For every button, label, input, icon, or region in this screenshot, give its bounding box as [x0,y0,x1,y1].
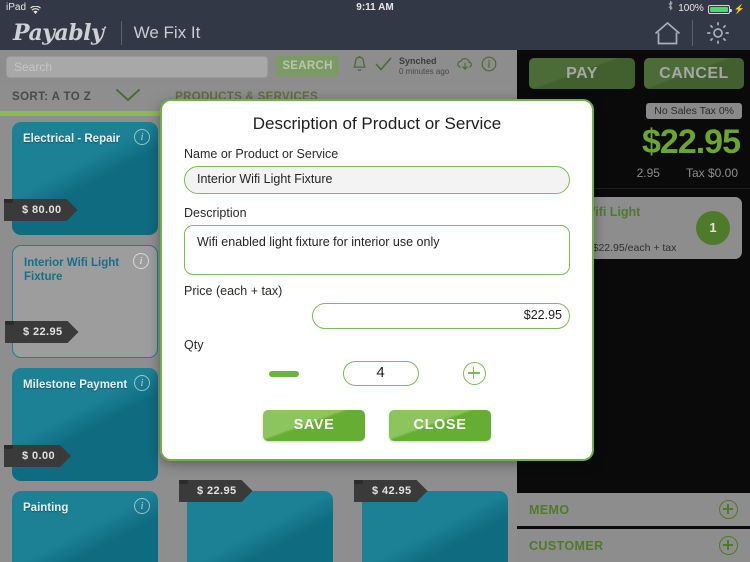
product-card[interactable]: Electrical - Repair i $ 80.00 [12,122,158,235]
product-price: $ 0.00 [4,445,71,467]
merchant-name: We Fix It [133,23,201,42]
clock: 9:11 AM [356,2,394,13]
home-icon[interactable] [647,17,687,49]
price-input[interactable]: $22.95 [312,303,570,329]
app-header: Payably· We Fix It [0,16,750,50]
product-card[interactable]: $ 42.95 [362,491,508,562]
app-root: iPad 9:11 AM 100% ⚡ Payably· We Fix It S… [0,0,750,562]
cloud-sync-icon[interactable] [456,56,474,77]
name-input[interactable]: Interior Wifi Light Fixture [184,166,570,194]
header-divider [120,21,122,45]
bell-icon[interactable] [351,55,368,78]
app-header-actions [647,17,750,49]
memo-row[interactable]: MEMO [517,493,750,526]
cart-tax: Tax $0.00 [685,166,738,180]
info-circle-icon[interactable]: i [134,498,150,514]
price-field-row: $22.95 [184,303,570,329]
info-circle-icon[interactable] [481,56,497,77]
customer-label: CUSTOMER [529,538,604,553]
status-badge: No Sales Tax 0% [646,103,742,119]
header-icon-divider [692,20,693,46]
sync-time-label: 0 minutes ago [399,67,450,76]
battery-full-icon [707,5,732,14]
info-circle-icon[interactable]: i [133,253,149,269]
cancel-button[interactable]: CANCEL [644,58,744,89]
cart-actions: PAY CANCEL [517,50,750,95]
product-card[interactable]: Interior Wifi Light Fixture i $ 22.95 [12,245,158,358]
search-input[interactable]: Search [6,55,268,78]
plus-circle-icon[interactable] [462,362,486,385]
cart-subtotal: 2.95 [636,166,660,180]
chevron-down-icon[interactable] [115,88,141,107]
product-card[interactable]: Milestone Payment i $ 0.00 [12,368,158,481]
ios-status-bar: iPad 9:11 AM 100% ⚡ [0,0,750,16]
search-placeholder: Search [14,59,53,74]
qty-input[interactable]: 4 [342,361,419,386]
save-button[interactable]: SAVE [263,410,365,441]
customer-row[interactable]: CUSTOMER [517,529,750,562]
product-price: $ 80.00 [4,199,78,221]
description-input[interactable]: Wifi enabled light fixture for interior … [184,225,570,275]
product-price: $ 22.95 [179,480,253,502]
product-card[interactable]: $ 22.95 [187,491,333,562]
product-price: $ 22.95 [5,321,79,343]
qty-stepper: 4 [184,361,570,386]
name-field-label: Name or Product or Service [184,147,339,161]
sync-status-group: Synched 0 minutes ago [351,55,497,78]
bluetooth-icon [667,0,674,17]
description-field-label: Description [184,206,247,220]
status-bar-right: 100% ⚡ [667,0,745,17]
product-price: $ 42.95 [354,480,428,502]
minus-icon[interactable] [268,370,299,377]
price-field-label: Price (each + tax) [184,284,283,298]
qty-field-label: Qty [184,338,204,352]
check-icon [375,57,392,77]
close-button[interactable]: CLOSE [389,410,491,441]
product-description-dialog: Description of Product or Service Name o… [160,99,594,461]
battery-percent: 100% [678,2,704,14]
charging-icon: ⚡ [733,3,745,14]
info-circle-icon[interactable]: i [134,375,150,391]
plus-circle-icon[interactable] [719,500,738,519]
gear-icon[interactable] [698,17,738,49]
brand-logo: Payably· [13,20,107,46]
info-circle-icon[interactable]: i [134,129,150,145]
sync-text: Synched 0 minutes ago [399,56,449,77]
plus-circle-icon[interactable] [719,536,738,555]
search-button[interactable]: SEARCH [276,56,339,77]
dialog-title: Description of Product or Service [252,114,502,133]
pay-button[interactable]: PAY [529,58,635,89]
product-card[interactable]: Painting i [12,491,158,562]
sort-label[interactable]: SORT: A TO Z [0,91,91,103]
memo-label: MEMO [529,502,570,517]
line-item-qty[interactable]: 1 [696,211,730,245]
search-toolbar: Search SEARCH Synched 0 minutes ago [0,50,517,83]
dialog-actions: SAVE CLOSE [184,410,570,441]
sync-status-label: Synched [399,56,437,66]
